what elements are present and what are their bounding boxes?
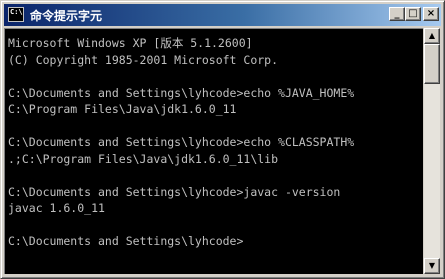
scroll-up-button[interactable]: ▲ (424, 28, 440, 44)
scroll-thumb[interactable] (424, 44, 440, 84)
console-line: C:\Program Files\Java\jdk1.6.0_11 (8, 102, 237, 116)
console-icon[interactable]: C:\ (8, 7, 24, 22)
console-line: (C) Copyright 1985-2001 Microsoft Corp. (8, 52, 279, 67)
console-text: Microsoft Windows XP [版本 5.1.2600] (C) C… (8, 35, 354, 250)
console-line: .;C:\Program Files\Java\jdk1.6.0_11\lib (8, 151, 279, 166)
console-line: C:\Documents and Settings\lyhcode>echo %… (8, 135, 355, 149)
console-line: javac 1.6.0_11 (8, 201, 105, 215)
window-title: 命令提示字元 (30, 9, 103, 23)
maximize-button[interactable]: □ (405, 7, 421, 21)
console-output-area[interactable]: Microsoft Windows XP [版本 5.1.2600] (C) C… (4, 28, 423, 274)
console-line: C:\Documents and Settings\lyhcode>echo %… (8, 85, 355, 100)
console-line: C:\Documents and Settings\lyhcode> (8, 234, 244, 248)
console-window: C:\ 命令提示字元 _ □ × Microsoft Windows XP [版… (0, 0, 445, 279)
vertical-scrollbar[interactable]: ▲ ▼ (424, 28, 440, 274)
close-button[interactable]: × (423, 7, 439, 21)
scroll-down-button[interactable]: ▼ (424, 258, 440, 274)
console-line: Microsoft Windows XP [版本 5.1.2600] (8, 36, 253, 50)
console-line: C:\Documents and Settings\lyhcode>javac … (8, 184, 341, 199)
title-bar[interactable]: C:\ 命令提示字元 _ □ × (4, 4, 441, 26)
minimize-button[interactable]: _ (389, 7, 405, 21)
